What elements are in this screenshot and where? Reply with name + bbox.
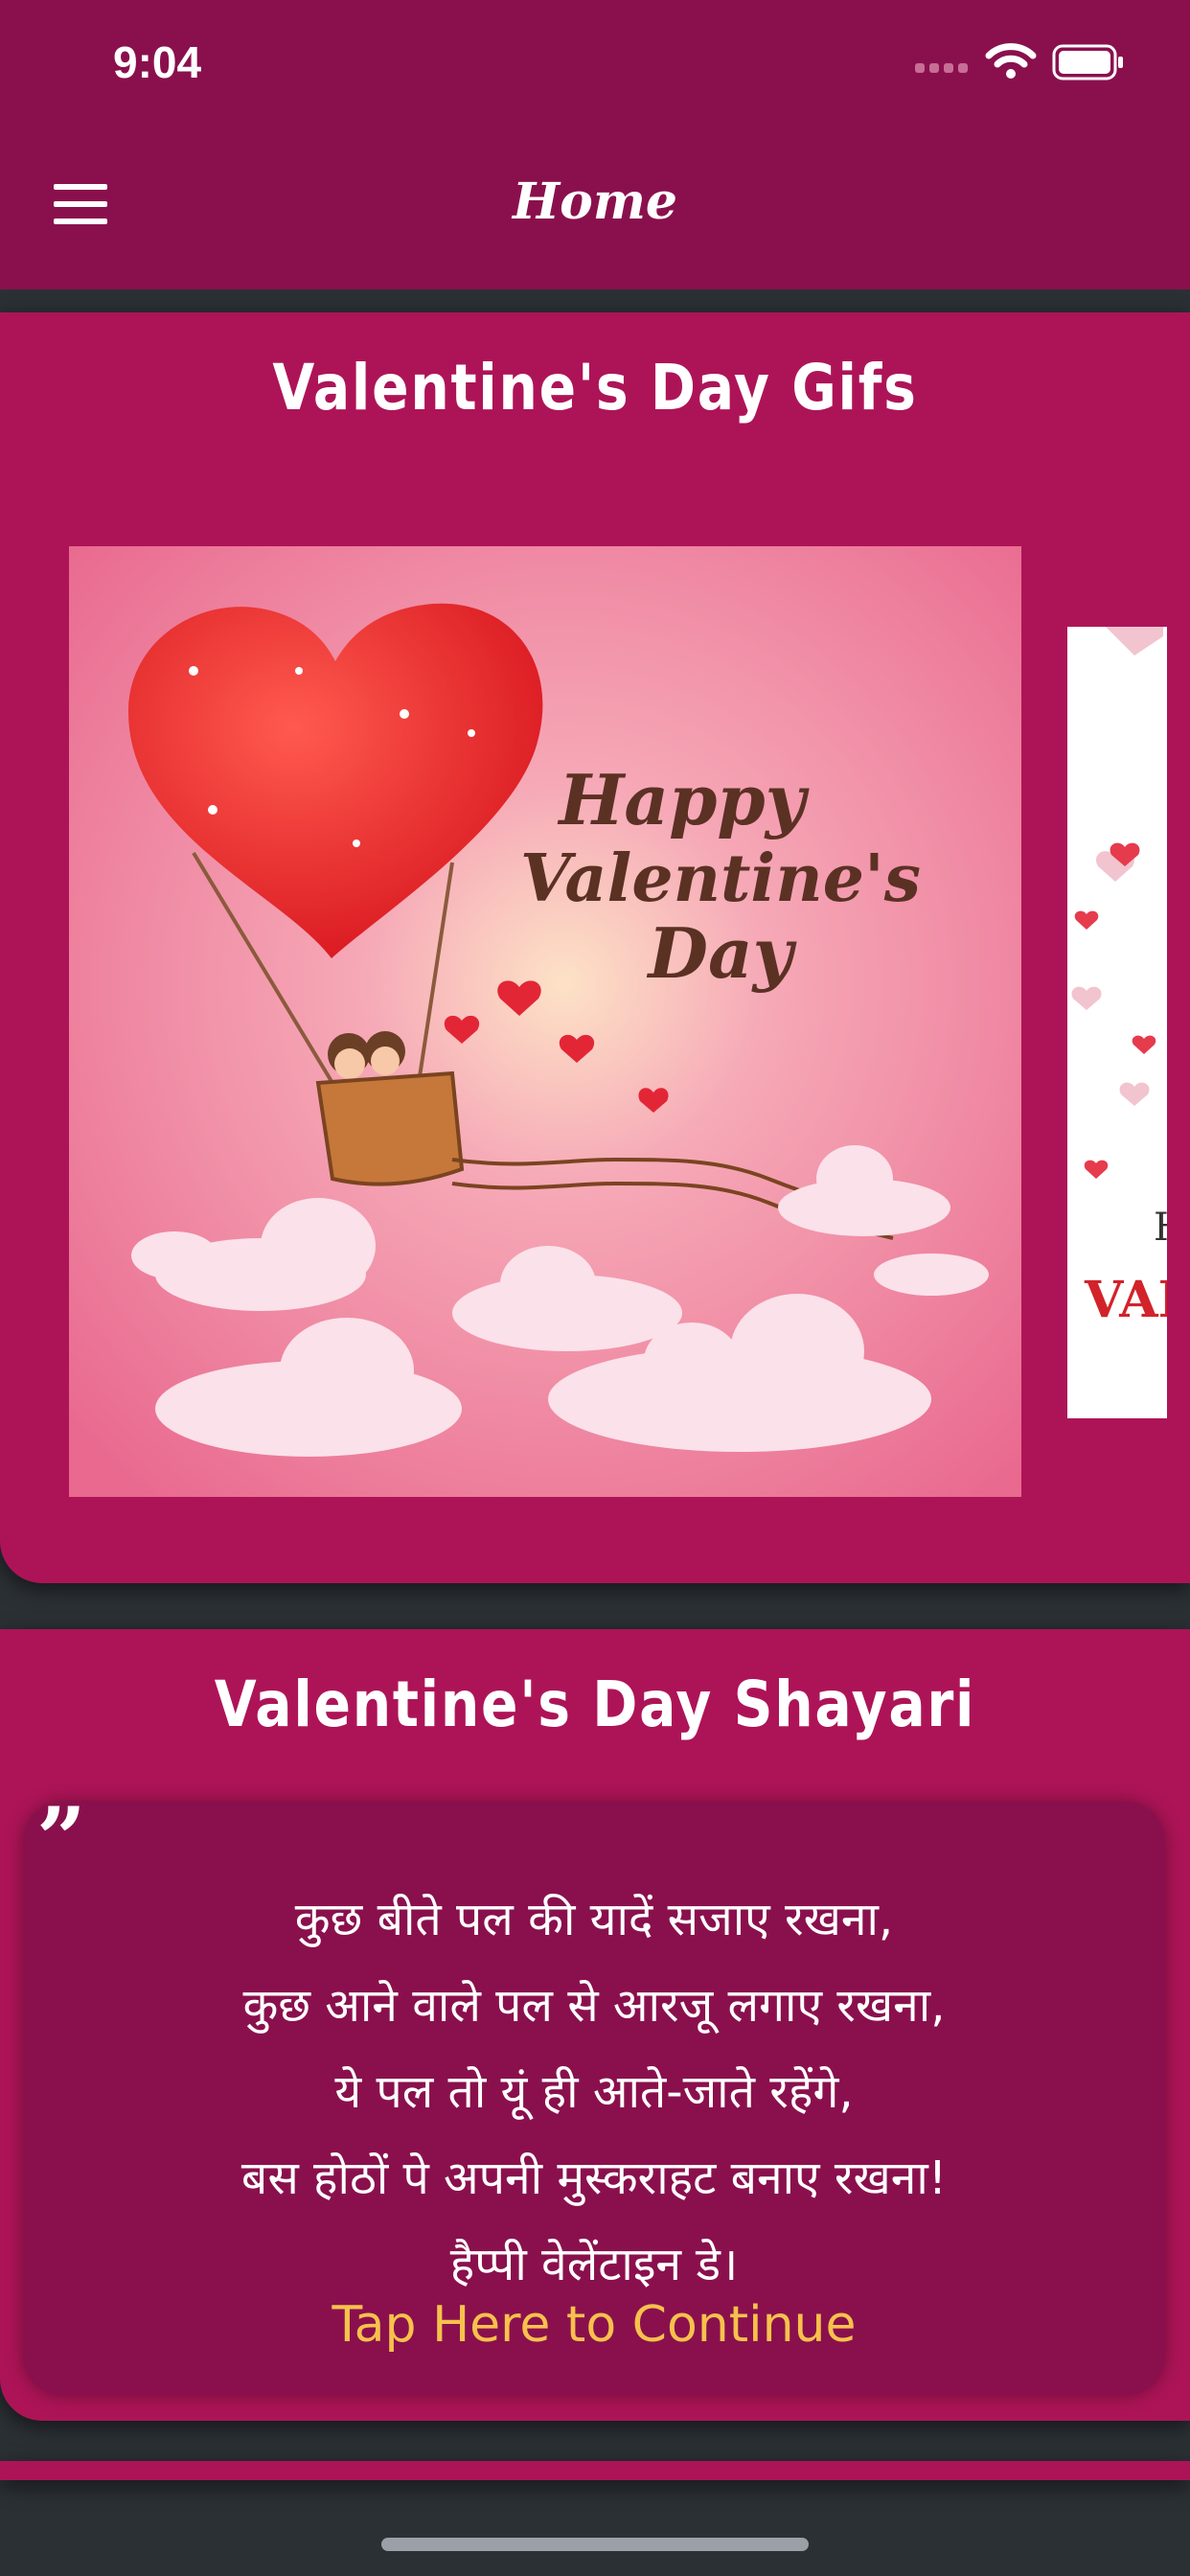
wifi-icon (985, 43, 1037, 79)
battery-icon (1052, 44, 1123, 80)
shayari-line: कुछ आने वाले पल से आरजू लगाए रखना, (242, 1979, 946, 2033)
shayari-line: ये पल तो यूं ही आते-जाते रहेंगे, (334, 2065, 854, 2119)
status-bar: 9:04 (0, 0, 1190, 134)
shayari-line: बस होठों पे अपनी मुस्कराहट बनाए रखना! (240, 2151, 948, 2205)
cellular-signal-icon (915, 63, 968, 73)
gif-text-day: Day (647, 912, 797, 994)
shayari-section-title: Valentine's Day Shayari (214, 1668, 976, 1741)
quote-icon: ” (36, 1788, 86, 1890)
tap-to-continue-link[interactable]: Tap Here to Continue (23, 2296, 1165, 2354)
gif-card-2[interactable]: H VAL (1067, 627, 1167, 1418)
gif-text-happy: Happy (557, 759, 809, 840)
shayari-quote-card[interactable]: ” कुछ बीते पल की यादें सजाए रखना, कुछ आन… (23, 1796, 1165, 2396)
shayari-line: कुछ बीते पल की यादें सजाए रखना, (294, 1893, 894, 1946)
valentine-card-image-2: H VAL (1067, 627, 1167, 1418)
gifs-section-title: Valentine's Day Gifs (272, 351, 918, 425)
gif2-text-val: VAL (1084, 1271, 1167, 1329)
shayari-line: हैप्पी वेलेंटाइन डे। (449, 2238, 739, 2291)
shayari-lines: कुछ बीते पल की यादें सजाए रखना, कुछ आने … (23, 1876, 1165, 2308)
next-section-card-edge (0, 2461, 1190, 2480)
app-top-bar: 9:04 Home (0, 0, 1190, 289)
gif-card-1[interactable]: Happy Valentine's Day (69, 546, 1021, 1497)
gif-text-valentines: Valentine's (520, 840, 921, 917)
gif2-text-h: H (1154, 1206, 1167, 1250)
home-indicator (381, 2538, 809, 2551)
page-title: Home (513, 172, 677, 231)
valentine-balloon-image: Happy Valentine's Day (69, 546, 1021, 1497)
status-time: 9:04 (113, 37, 202, 87)
